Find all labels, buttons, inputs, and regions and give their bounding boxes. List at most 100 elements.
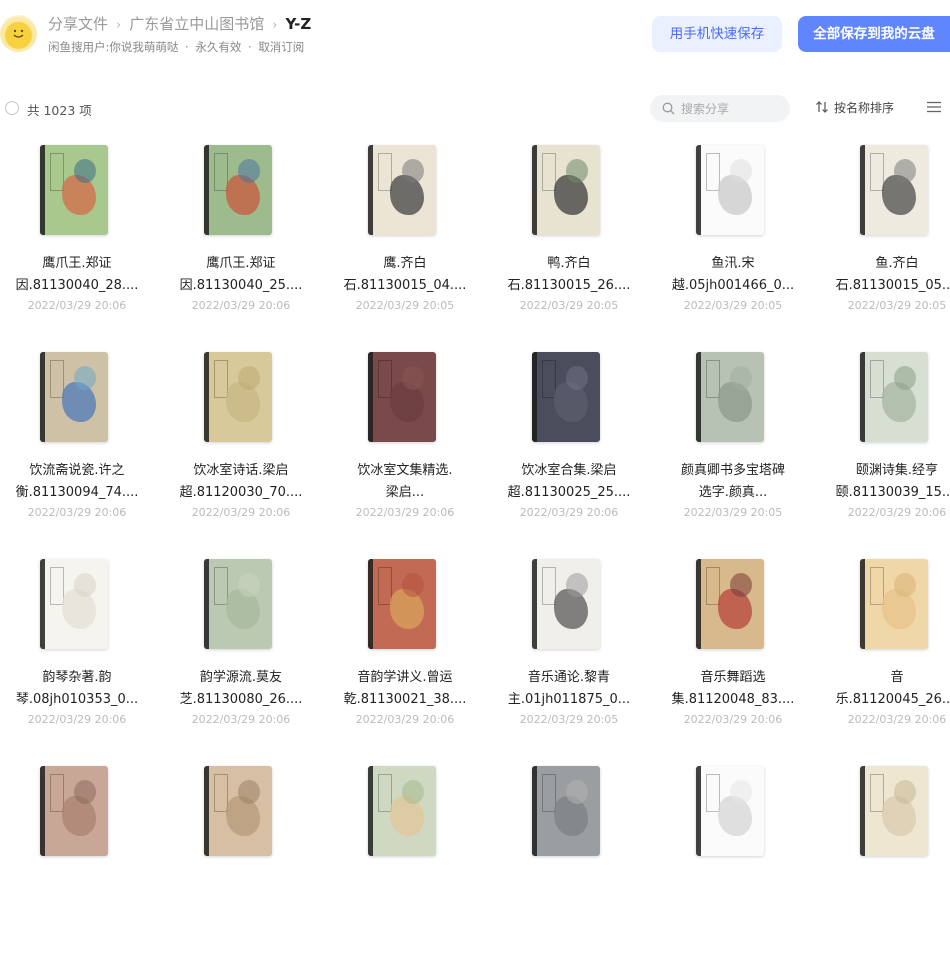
file-item[interactable]: 音乐通论.黎青 主.01jh011875_0... 2022/03/29 20:05 [492, 559, 656, 749]
book-cover-thumbnail[interactable] [532, 352, 600, 442]
file-item[interactable]: 饮流斋说瓷.许之 衡.81130094_74.... 2022/03/29 20:0… [0, 352, 164, 542]
file-name-line2: 因.81130040_25.... [179, 278, 303, 293]
file-item[interactable]: 鱼.齐白 石.81130015_05.... 2022/03/29 20:05 [820, 145, 950, 335]
file-item[interactable]: 鱼汛.宋 越.05jh001466_0... 2022/03/29 20:05 [656, 145, 820, 335]
book-cover-thumbnail[interactable] [860, 352, 928, 442]
file-name[interactable]: 韵琴杂著.韵 琴.08jh010353_0... [0, 667, 154, 711]
book-cover-thumbnail[interactable] [204, 352, 272, 442]
file-item[interactable] [492, 766, 656, 956]
avatar [0, 15, 37, 52]
file-item[interactable]: 饮冰室诗话.梁启 超.81120030_70.... 2022/03/29 20:0… [164, 352, 328, 542]
file-item[interactable] [656, 766, 820, 956]
file-name-line2: 乐.81120045_26.... [835, 692, 950, 707]
file-item[interactable] [820, 766, 950, 956]
file-name-line1: 韵学源流.莫友 [199, 670, 283, 685]
file-name[interactable]: 韵学源流.莫友 芝.81130080_26.... [164, 667, 318, 711]
book-cover-thumbnail[interactable] [368, 352, 436, 442]
cover-deco2 [730, 780, 752, 804]
file-item[interactable]: 饮冰室合集.梁启 超.81130025_25.... 2022/03/29 20:0… [492, 352, 656, 542]
file-name[interactable]: 饮流斋说瓷.许之 衡.81130094_74.... [0, 460, 154, 504]
file-name[interactable]: 鹰爪王.郑证 因.81130040_28.... [0, 253, 154, 297]
file-name-line2: 主.01jh011875_0... [507, 692, 631, 707]
file-item[interactable]: 颐渊诗集.经亨 颐.81130039_15.... 2022/03/29 20:06 [820, 352, 950, 542]
book-cover-thumbnail[interactable] [368, 766, 436, 856]
file-date: 2022/03/29 20:06 [355, 506, 455, 519]
book-cover-thumbnail[interactable] [696, 766, 764, 856]
file-name-line2: 颐.81130039_15.... [835, 485, 950, 500]
file-date: 2022/03/29 20:05 [683, 506, 783, 519]
file-item[interactable]: 韵琴杂著.韵 琴.08jh010353_0... 2022/03/29 20:06 [0, 559, 164, 749]
file-item[interactable] [164, 766, 328, 956]
file-item[interactable]: 鹰爪王.郑证 因.81130040_28.... 2022/03/29 20:06 [0, 145, 164, 335]
cover-spine [204, 145, 209, 235]
file-item[interactable]: 韵学源流.莫友 芝.81130080_26.... 2022/03/29 20:06 [164, 559, 328, 749]
book-cover-thumbnail[interactable] [532, 766, 600, 856]
search-input[interactable] [681, 95, 781, 122]
file-item[interactable]: 鹰.齐白 石.81130015_04.... 2022/03/29 20:05 [328, 145, 492, 335]
cover-spine [696, 145, 701, 235]
file-name[interactable]: 饮冰室文集精选. 梁启... [328, 460, 482, 504]
book-cover-thumbnail[interactable] [204, 559, 272, 649]
file-item[interactable]: 音乐.81120045_26.... 2022/03/29 20:06 [820, 559, 950, 749]
file-name[interactable]: 音乐舞蹈选 集.81120048_83.... [656, 667, 810, 711]
book-cover-thumbnail[interactable] [40, 766, 108, 856]
list-view-icon[interactable] [927, 101, 941, 113]
file-name-line2: 因.81130040_28.... [15, 278, 139, 293]
book-cover-thumbnail[interactable] [204, 766, 272, 856]
file-item[interactable]: 音韵学讲义.曾运 乾.81130021_38.... 2022/03/29 20:0… [328, 559, 492, 749]
book-cover-thumbnail[interactable] [368, 559, 436, 649]
file-item[interactable]: 音乐舞蹈选 集.81120048_83.... 2022/03/29 20:06 [656, 559, 820, 749]
phone-save-button[interactable]: 用手机快速保存 [652, 16, 782, 52]
file-item[interactable]: 鸭.齐白 石.81130015_26.... 2022/03/29 20:05 [492, 145, 656, 335]
file-name[interactable]: 饮冰室合集.梁启 超.81130025_25.... [492, 460, 646, 504]
file-item[interactable] [0, 766, 164, 956]
file-item[interactable]: 饮冰室文集精选. 梁启... 2022/03/29 20:06 [328, 352, 492, 542]
unsubscribe-link[interactable]: 取消订阅 [258, 40, 304, 54]
search-icon [662, 102, 675, 115]
file-name[interactable]: 鹰.齐白 石.81130015_04.... [328, 253, 482, 297]
book-cover-thumbnail[interactable] [368, 145, 436, 235]
file-name[interactable]: 音乐.81120045_26.... [820, 667, 950, 711]
file-name[interactable]: 鱼汛.宋 越.05jh001466_0... [656, 253, 810, 297]
cover-deco2 [894, 159, 916, 183]
book-cover-thumbnail[interactable] [532, 145, 600, 235]
file-item[interactable]: 颜真卿书多宝塔碑 选字.颜真... 2022/03/29 20:05 [656, 352, 820, 542]
file-name-line1: 音韵学讲义.曾运 [357, 670, 453, 685]
book-cover-thumbnail[interactable] [532, 559, 600, 649]
book-cover-thumbnail[interactable] [696, 559, 764, 649]
file-name[interactable]: 鱼.齐白 石.81130015_05.... [820, 253, 950, 297]
separator-dot: · [248, 40, 252, 54]
save-all-button[interactable]: 全部保存到我的云盘 [798, 16, 950, 52]
file-name[interactable]: 鹰爪王.郑证 因.81130040_25.... [164, 253, 318, 297]
book-cover-thumbnail[interactable] [40, 559, 108, 649]
breadcrumb-folder[interactable]: 广东省立中山图书馆 [129, 13, 264, 34]
book-cover-thumbnail[interactable] [860, 766, 928, 856]
file-name-line1: 鸭.齐白 [547, 256, 591, 271]
validity-text: 永久有效 [195, 40, 242, 54]
cover-spine [696, 352, 701, 442]
file-item[interactable] [328, 766, 492, 956]
cover-spine [368, 559, 373, 649]
file-name-line1: 鱼.齐白 [875, 256, 919, 271]
search-box[interactable] [650, 95, 790, 122]
book-cover-thumbnail[interactable] [696, 352, 764, 442]
file-name[interactable]: 饮冰室诗话.梁启 超.81120030_70.... [164, 460, 318, 504]
book-cover-thumbnail[interactable] [40, 145, 108, 235]
file-name[interactable]: 颐渊诗集.经亨 颐.81130039_15.... [820, 460, 950, 504]
sort-button[interactable]: 按名称排序 [815, 99, 894, 116]
book-cover-thumbnail[interactable] [860, 145, 928, 235]
book-cover-thumbnail[interactable] [696, 145, 764, 235]
file-name[interactable]: 颜真卿书多宝塔碑 选字.颜真... [656, 460, 810, 504]
file-name[interactable]: 音乐通论.黎青主.01jh011875_0... [492, 667, 646, 711]
cover-deco2 [74, 159, 96, 183]
breadcrumb-root[interactable]: 分享文件 [48, 13, 108, 34]
file-name[interactable]: 鸭.齐白 石.81130015_26.... [492, 253, 646, 297]
book-cover-thumbnail[interactable] [40, 352, 108, 442]
select-all-checkbox[interactable] [5, 101, 19, 115]
book-cover-thumbnail[interactable] [204, 145, 272, 235]
file-name-line2: 衡.81130094_74.... [15, 485, 139, 500]
file-name-line1: 音乐通论.黎青 [527, 670, 611, 685]
file-item[interactable]: 鹰爪王.郑证 因.81130040_25.... 2022/03/29 20:06 [164, 145, 328, 335]
book-cover-thumbnail[interactable] [860, 559, 928, 649]
file-name[interactable]: 音韵学讲义.曾运 乾.81130021_38.... [328, 667, 482, 711]
